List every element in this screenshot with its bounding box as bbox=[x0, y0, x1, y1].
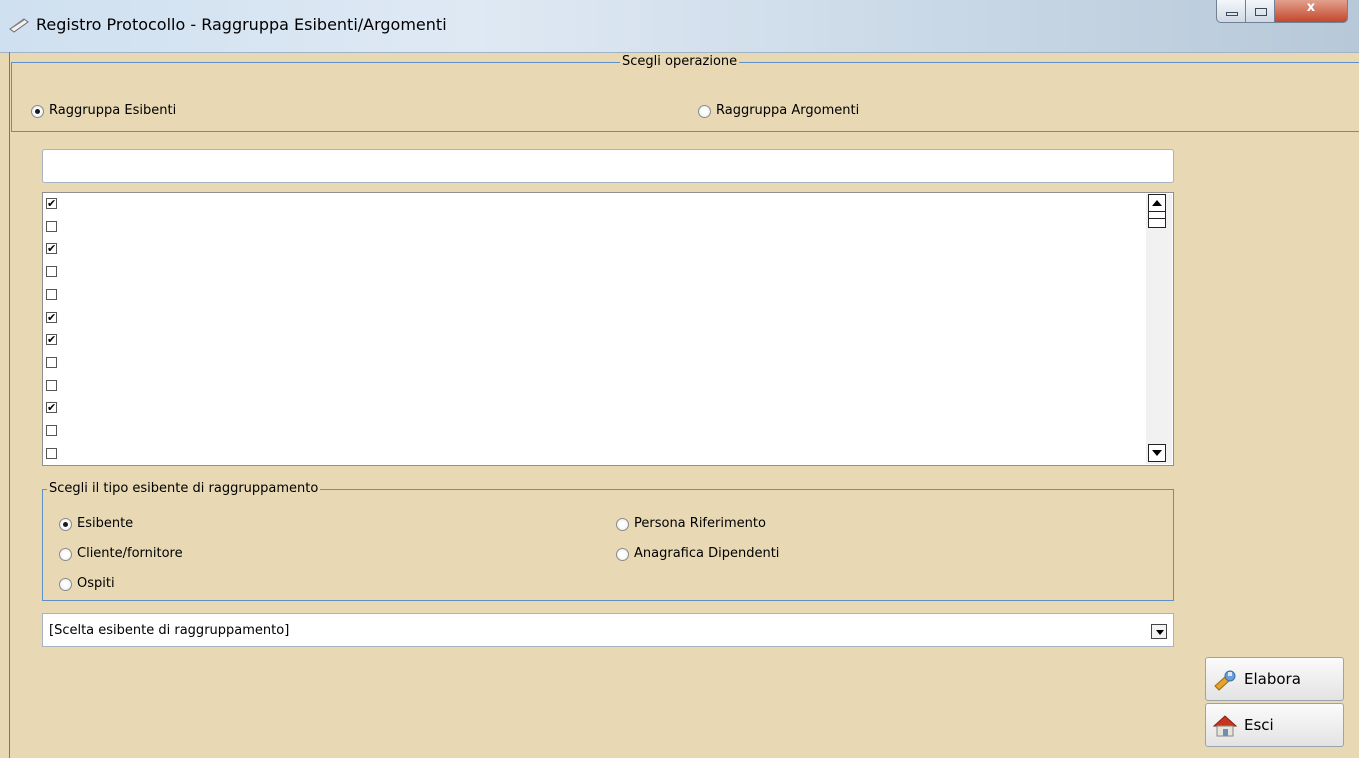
notepad-icon bbox=[9, 18, 29, 33]
radio-raggruppa-esibenti[interactable]: Raggruppa Esibenti bbox=[31, 103, 176, 120]
minimize-icon bbox=[1226, 12, 1238, 16]
radio-cliente-fornitore[interactable]: Cliente/fornitore bbox=[59, 546, 183, 563]
radio-ospiti[interactable]: Ospiti bbox=[59, 576, 115, 593]
vertical-scrollbar[interactable] bbox=[1146, 194, 1172, 464]
esibenti-checklist[interactable]: ✔ ✔ ✔ ✔ ✔ bbox=[42, 192, 1174, 466]
checklist-checkbox[interactable] bbox=[46, 379, 57, 391]
radio-label: Raggruppa Argomenti bbox=[716, 103, 860, 118]
window-title: Registro Protocollo - Raggruppa Esibenti… bbox=[36, 15, 447, 34]
checklist-checkbox[interactable] bbox=[46, 356, 57, 368]
radio-esibente[interactable]: Esibente bbox=[59, 516, 133, 533]
checklist-checkbox[interactable] bbox=[46, 266, 57, 278]
scroll-down-button[interactable] bbox=[1148, 444, 1166, 462]
radio-label: Persona Riferimento bbox=[634, 516, 766, 531]
window-left-edge bbox=[9, 52, 10, 758]
radio-persona-riferimento[interactable]: Persona Riferimento bbox=[616, 516, 766, 533]
type-group: Scegli il tipo esibente di raggruppament… bbox=[42, 481, 1174, 601]
close-button[interactable]: x bbox=[1274, 0, 1348, 23]
radio-button[interactable] bbox=[616, 517, 629, 531]
radio-label: Ospiti bbox=[77, 576, 115, 591]
checklist-checkbox[interactable]: ✔ bbox=[46, 243, 57, 255]
esci-label: Esci bbox=[1244, 716, 1274, 734]
checklist-checkbox[interactable]: ✔ bbox=[46, 198, 57, 209]
checklist-checkbox[interactable] bbox=[46, 447, 57, 459]
operation-group: Scegli operazione Raggruppa Esibenti Rag… bbox=[11, 54, 1359, 132]
radio-raggruppa-argomenti[interactable]: Raggruppa Argomenti bbox=[698, 103, 859, 120]
operation-group-legend: Scegli operazione bbox=[620, 54, 740, 69]
elabora-label: Elabora bbox=[1244, 670, 1301, 688]
radio-anagrafica-dipendenti[interactable]: Anagrafica Dipendenti bbox=[616, 546, 779, 563]
checklist-checkbox[interactable]: ✔ bbox=[46, 402, 57, 414]
radio-button[interactable] bbox=[616, 547, 629, 561]
maximize-icon bbox=[1255, 8, 1267, 16]
wrench-icon bbox=[1214, 670, 1236, 691]
type-group-legend: Scegli il tipo esibente di raggruppament… bbox=[47, 481, 321, 496]
maximize-button[interactable] bbox=[1245, 0, 1275, 23]
checklist-checkbox[interactable] bbox=[46, 288, 57, 300]
minimize-button[interactable] bbox=[1216, 0, 1246, 23]
title-bar: Registro Protocollo - Raggruppa Esibenti… bbox=[0, 0, 1359, 53]
elabora-button[interactable]: Elabora bbox=[1205, 657, 1344, 701]
chevron-down-icon bbox=[1156, 630, 1164, 635]
checklist-checkbox[interactable] bbox=[46, 425, 57, 436]
radio-button[interactable] bbox=[59, 517, 72, 531]
radio-button[interactable] bbox=[698, 104, 711, 118]
checklist-checkbox[interactable]: ✔ bbox=[46, 334, 57, 346]
house-exit-icon bbox=[1212, 715, 1238, 737]
radio-button[interactable] bbox=[59, 547, 72, 561]
checklist-checkbox[interactable]: ✔ bbox=[46, 311, 57, 323]
arrow-up-icon bbox=[1152, 200, 1162, 206]
radio-label: Esibente bbox=[77, 516, 134, 531]
scroll-up-button[interactable] bbox=[1148, 194, 1166, 212]
radio-label: Cliente/fornitore bbox=[77, 546, 183, 561]
arrow-down-icon bbox=[1152, 450, 1162, 456]
radio-label: Anagrafica Dipendenti bbox=[634, 546, 780, 561]
search-input[interactable] bbox=[42, 149, 1174, 183]
close-icon: x bbox=[1306, 0, 1316, 15]
select-value: [Scelta esibente di raggruppamento] bbox=[49, 623, 290, 638]
dropdown-button[interactable] bbox=[1151, 624, 1167, 639]
scroll-thumb[interactable] bbox=[1148, 212, 1166, 228]
esci-button[interactable]: Esci bbox=[1205, 703, 1344, 747]
esibente-raggruppamento-select[interactable]: [Scelta esibente di raggruppamento] bbox=[42, 613, 1174, 647]
radio-label: Raggruppa Esibenti bbox=[49, 103, 177, 118]
checklist-checkbox[interactable] bbox=[46, 220, 57, 232]
radio-button[interactable] bbox=[59, 577, 72, 591]
radio-button[interactable] bbox=[31, 104, 44, 118]
